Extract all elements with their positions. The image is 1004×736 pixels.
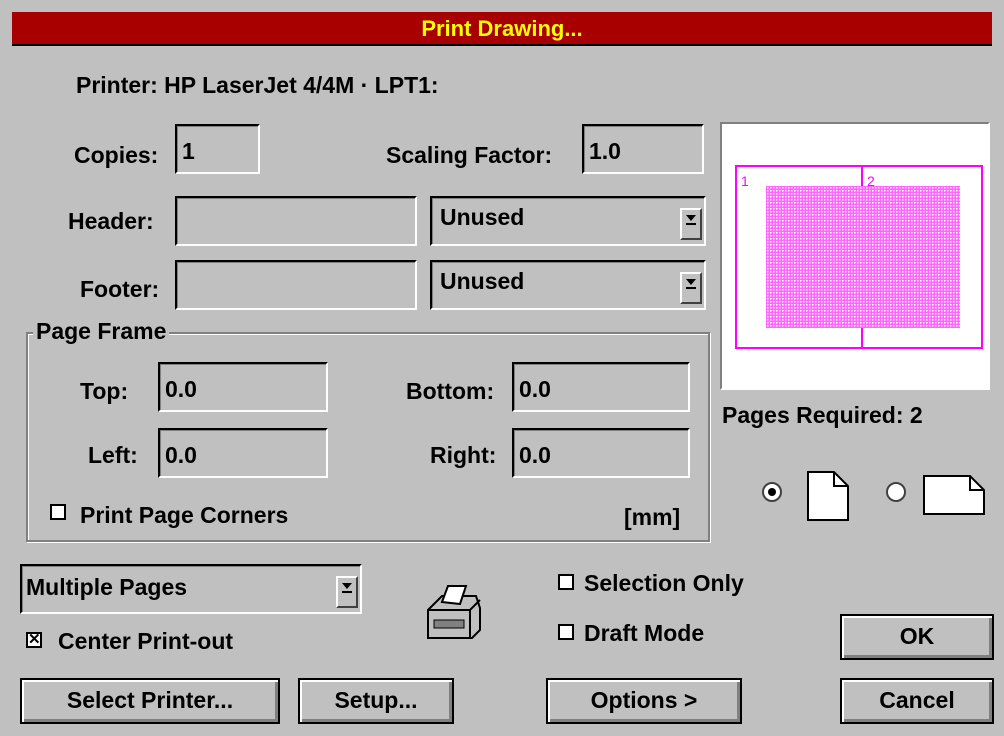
print-page-corners-checkbox[interactable] (50, 504, 66, 520)
selection-only-label[interactable]: Selection Only (584, 570, 744, 597)
options-button-label: Options > (590, 687, 698, 713)
copies-label: Copies: (74, 142, 159, 168)
scaling-factor-input[interactable]: 1.0 (582, 124, 704, 174)
dropdown-arrow-icon[interactable] (336, 576, 358, 608)
print-page-corners-label[interactable]: Print Page Corners (80, 502, 288, 529)
footer-label: Footer: (80, 276, 160, 302)
left-margin-input[interactable]: 0.0 (158, 428, 328, 478)
page-preview-canvas: 1 2 (735, 165, 983, 349)
top-margin-label: Top: (80, 378, 129, 404)
radio-selected-dot (768, 488, 776, 496)
header-label: Header: (68, 208, 154, 234)
top-margin-input[interactable]: 0.0 (158, 362, 328, 412)
printer-icon (427, 585, 481, 639)
portrait-page-icon[interactable] (806, 470, 850, 522)
footer-input[interactable] (175, 260, 417, 310)
ok-button-label: OK (899, 623, 935, 649)
page-preview: 1 2 (720, 122, 990, 390)
dropdown-arrow-icon[interactable] (680, 208, 702, 240)
scaling-factor-label: Scaling Factor: (386, 142, 553, 168)
bottom-margin-label: Bottom: (406, 378, 495, 404)
selection-only-checkbox[interactable] (558, 574, 574, 590)
cancel-button[interactable]: Cancel (840, 678, 994, 724)
dropdown-arrow-icon[interactable] (680, 272, 702, 304)
printer-label: Printer: HP LaserJet 4/4M · LPT1: (76, 72, 439, 98)
unit-label: [mm] (624, 504, 681, 530)
options-button[interactable]: Options > (546, 678, 742, 724)
page-mode-select[interactable]: Multiple Pages (20, 564, 362, 614)
draft-mode-checkbox[interactable] (558, 624, 574, 640)
portrait-radio[interactable] (762, 482, 782, 502)
footer-position-select[interactable]: Unused (430, 260, 706, 310)
landscape-page-icon[interactable] (922, 474, 986, 516)
setup-button[interactable]: Setup... (298, 678, 454, 724)
pages-required-label: Pages Required: 2 (722, 402, 923, 428)
select-printer-button-label: Select Printer... (66, 687, 234, 713)
header-input[interactable] (175, 196, 417, 246)
drawing-area (766, 186, 960, 328)
page-mode-value: Multiple Pages (26, 574, 188, 600)
header-position-value: Unused (440, 204, 525, 230)
print-drawing-dialog: Print Drawing... Printer: HP LaserJet 4/… (0, 0, 1004, 736)
page-number-2: 2 (867, 173, 875, 189)
copies-input[interactable]: 1 (175, 124, 260, 174)
window-title: Print Drawing... (421, 16, 583, 41)
page-number-1: 1 (741, 173, 749, 189)
header-position-select[interactable]: Unused (430, 196, 706, 246)
draft-mode-label[interactable]: Draft Mode (584, 620, 704, 647)
title-bar[interactable]: Print Drawing... (12, 12, 992, 46)
center-print-out-checkbox[interactable]: ✕ (26, 632, 42, 648)
bottom-margin-input[interactable]: 0.0 (512, 362, 690, 412)
footer-position-value: Unused (440, 268, 525, 294)
landscape-radio[interactable] (886, 482, 906, 502)
ok-button[interactable]: OK (840, 614, 994, 660)
right-margin-label: Right: (430, 442, 497, 468)
select-printer-button[interactable]: Select Printer... (20, 678, 280, 724)
cancel-button-label: Cancel (879, 687, 955, 713)
page-frame-legend: Page Frame (33, 318, 170, 345)
center-print-out-label[interactable]: Center Print-out (58, 628, 233, 655)
setup-button-label: Setup... (334, 687, 418, 713)
right-margin-input[interactable]: 0.0 (512, 428, 690, 478)
left-margin-label: Left: (88, 442, 138, 468)
